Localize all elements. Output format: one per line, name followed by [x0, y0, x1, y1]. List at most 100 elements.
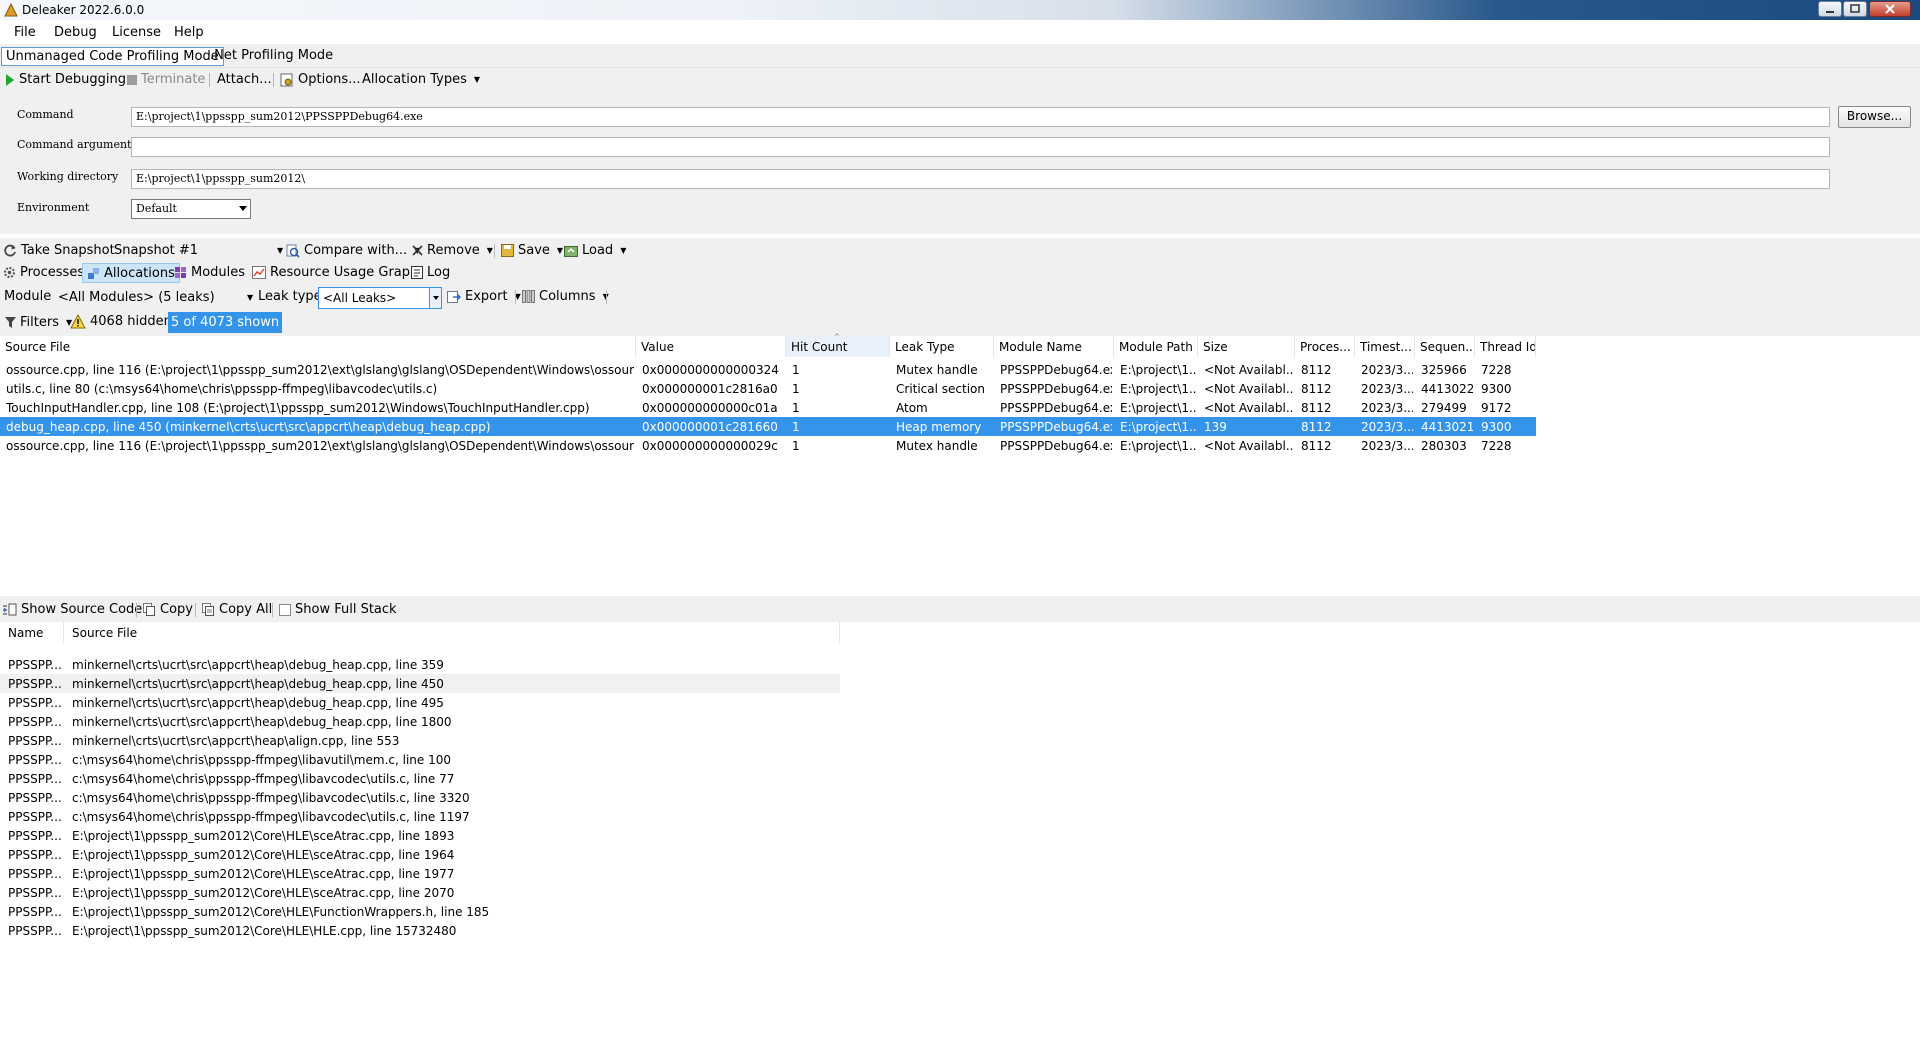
module-select[interactable]: <All Modules> (5 leaks) ▼ — [58, 290, 253, 305]
column-header-module-path[interactable]: Module Path — [1114, 336, 1198, 357]
take-snapshot-button[interactable]: Take Snapshot — [4, 243, 115, 258]
cell-process: 8112 — [1301, 382, 1332, 396]
options-icon — [280, 73, 293, 86]
command-input[interactable]: E:\project\1\ppsspp_sum2012\PPSSPPDebug6… — [131, 107, 1830, 127]
copy-button[interactable]: Copy — [143, 602, 193, 617]
stack-row[interactable]: PPSSPP... minkernel\crts\ucrt\src\appcrt\… — [0, 655, 840, 674]
snapshot-select[interactable]: Snapshot #1 ▼ — [114, 243, 283, 258]
toolbar-separator — [272, 603, 273, 617]
column-header-value[interactable]: Value — [636, 336, 786, 357]
command-arguments-label: Command arguments — [17, 138, 138, 151]
column-header-timestamp[interactable]: Timest... — [1355, 336, 1415, 357]
export-button[interactable]: Export ▼ — [447, 289, 521, 304]
stack-row[interactable]: PPSSPP... E:\project\1\ppsspp_sum2012\Cor… — [0, 826, 840, 845]
stack-row[interactable]: PPSSPP... minkernel\crts\ucrt\src\appcrt\… — [0, 674, 840, 693]
gear-icon — [4, 267, 15, 278]
options-button[interactable]: Options... — [280, 72, 361, 87]
stack-row[interactable]: PPSSPP... minkernel\crts\ucrt\src\appcrt\… — [0, 712, 840, 731]
stack-column-header-name[interactable]: Name — [0, 622, 64, 643]
tab-processes[interactable]: Processes — [3, 265, 84, 280]
load-button[interactable]: Load ▼ — [564, 243, 626, 258]
tab-allocations[interactable]: Allocations — [82, 263, 180, 283]
dotnet-mode-tab[interactable]: .Net Profiling Mode — [206, 47, 337, 66]
table-row[interactable]: utils.c, line 80 (c:\msys64\home\chris\p… — [0, 379, 1536, 398]
stack-column-header-source-file[interactable]: Source File — [64, 622, 840, 643]
stack-row[interactable]: PPSSPP... E:\project\1\ppsspp_sum2012\Cor… — [0, 902, 840, 921]
attach-button[interactable]: Attach... — [217, 72, 272, 87]
tab-modules[interactable]: Modules — [174, 265, 245, 280]
stack-row[interactable]: PPSSPP... E:\project\1\ppsspp_sum2012\Cor… — [0, 921, 840, 940]
deleaker-window: Deleaker 2022.6.0.0 File Debug License H… — [0, 0, 1920, 1040]
close-button[interactable] — [1869, 1, 1911, 17]
remove-button[interactable]: Remove ▼ — [412, 243, 493, 258]
column-header-source-file[interactable]: Source File — [0, 336, 636, 357]
working-directory-input[interactable]: E:\project\1\ppsspp_sum2012\ — [131, 169, 1830, 189]
show-full-stack-label: Show Full Stack — [295, 602, 397, 617]
terminate-button[interactable]: Terminate — [127, 72, 205, 87]
unmanaged-mode-tab[interactable]: Unmanaged Code Profiling Mode — [1, 47, 224, 66]
refresh-icon — [4, 244, 16, 257]
column-header-module-name[interactable]: Module Name — [994, 336, 1114, 357]
start-debugging-button[interactable]: Start Debugging — [5, 72, 126, 87]
title-bar: Deleaker 2022.6.0.0 — [0, 0, 1920, 20]
allocation-types-dropdown[interactable]: Allocation Types ▼ — [362, 72, 480, 87]
cell-module-path: E:\project\1... — [1120, 363, 1196, 377]
cell-size: <Not Availabl... — [1204, 439, 1293, 453]
columns-button[interactable]: Columns▼ — [522, 289, 609, 304]
show-full-stack-checkbox[interactable] — [279, 603, 291, 616]
stack-row[interactable]: PPSSPP... c:\msys64\home\chris\ppsspp-ffm… — [0, 788, 840, 807]
column-header-leak-type[interactable]: Leak Type — [890, 336, 994, 357]
stack-cell-name: PPSSPP... — [8, 867, 62, 881]
stack-row[interactable]: PPSSPP... c:\msys64\home\chris\ppsspp-ffm… — [0, 769, 840, 788]
cell-module-name: PPSSPPDebug64.exe — [1000, 382, 1112, 396]
leak-type-select[interactable]: <All Leaks> — [318, 287, 442, 309]
show-full-stack-toggle[interactable]: Show Full Stack — [279, 602, 397, 617]
compare-with-label: Compare with... — [304, 243, 408, 258]
filter-status-bar: Filters ▼ 4068 hidden 5 of 4073 shown — [0, 310, 1920, 336]
menu-debug[interactable]: Debug — [54, 25, 97, 40]
stack-cell-name: PPSSPP... — [8, 772, 62, 786]
chevron-down-icon: ▼ — [620, 246, 627, 255]
maximize-button[interactable] — [1843, 1, 1867, 17]
allocations-grid: Source File Value Hit Count ^ Leak Type Modul… — [0, 333, 1920, 598]
stack-row[interactable]: PPSSPP... c:\msys64\home\chris\ppsspp-ffm… — [0, 750, 840, 769]
chevron-down-icon — [239, 206, 247, 211]
tab-resource-usage-graph[interactable]: Resource Usage Graph — [252, 265, 418, 280]
stack-row[interactable]: PPSSPP... E:\project\1\ppsspp_sum2012\Cor… — [0, 864, 840, 883]
working-directory-label: Working directory — [17, 170, 119, 183]
show-source-code-button[interactable]: Show Source Code — [2, 602, 142, 617]
copy-icon — [143, 603, 155, 616]
cell-thread-id: 7228 — [1481, 363, 1512, 377]
tab-log[interactable]: Log — [411, 265, 450, 280]
browse-button[interactable]: Browse... — [1838, 106, 1911, 128]
stack-row[interactable]: PPSSPP... E:\project\1\ppsspp_sum2012\Cor… — [0, 883, 840, 902]
stack-row[interactable]: PPSSPP... minkernel\crts\ucrt\src\appcrt\… — [0, 693, 840, 712]
copy-all-button[interactable]: Copy All — [202, 602, 272, 617]
filters-button[interactable]: Filters ▼ — [5, 315, 72, 330]
options-label: Options... — [298, 72, 361, 87]
stack-cell-source-file: c:\msys64\home\chris\ppsspp-ffmpeg\libav… — [72, 772, 455, 786]
minimize-button[interactable] — [1818, 1, 1842, 17]
save-button[interactable]: Save ▼ — [501, 243, 563, 258]
hidden-count-badge[interactable]: 4068 hidden — [70, 314, 172, 329]
command-arguments-input[interactable] — [131, 137, 1830, 157]
cell-timestamp: 2023/3... — [1361, 439, 1413, 453]
column-header-process[interactable]: Proces... — [1295, 336, 1355, 357]
column-header-sequence[interactable]: Sequen... — [1415, 336, 1475, 357]
stack-row[interactable]: PPSSPP... c:\msys64\home\chris\ppsspp-ffm… — [0, 807, 840, 826]
table-row[interactable]: ossource.cpp, line 116 (E:\project\1\pps… — [0, 360, 1536, 379]
table-row[interactable]: debug_heap.cpp, line 450 (minkernel\crts… — [0, 417, 1536, 436]
menu-license[interactable]: License — [112, 25, 161, 40]
stack-cell-source-file: E:\project\1\ppsspp_sum2012\Core\HLE\sce… — [72, 867, 455, 881]
table-row[interactable]: ossource.cpp, line 116 (E:\project\1\pps… — [0, 436, 1536, 455]
menu-file[interactable]: File — [14, 25, 36, 40]
compare-with-button[interactable]: Compare with...▼ — [286, 243, 420, 258]
stack-row[interactable]: PPSSPP... minkernel\crts\ucrt\src\appcrt\… — [0, 731, 840, 750]
column-header-thread-id[interactable]: Thread Id — [1475, 336, 1536, 357]
environment-select[interactable]: Default — [131, 199, 251, 219]
column-header-size[interactable]: Size — [1198, 336, 1295, 357]
menu-help[interactable]: Help — [174, 25, 204, 40]
stack-row[interactable]: PPSSPP... E:\project\1\ppsspp_sum2012\Cor… — [0, 845, 840, 864]
table-row[interactable]: TouchInputHandler.cpp, line 108 (E:\proj… — [0, 398, 1536, 417]
stack-cell-name: PPSSPP... — [8, 848, 62, 862]
